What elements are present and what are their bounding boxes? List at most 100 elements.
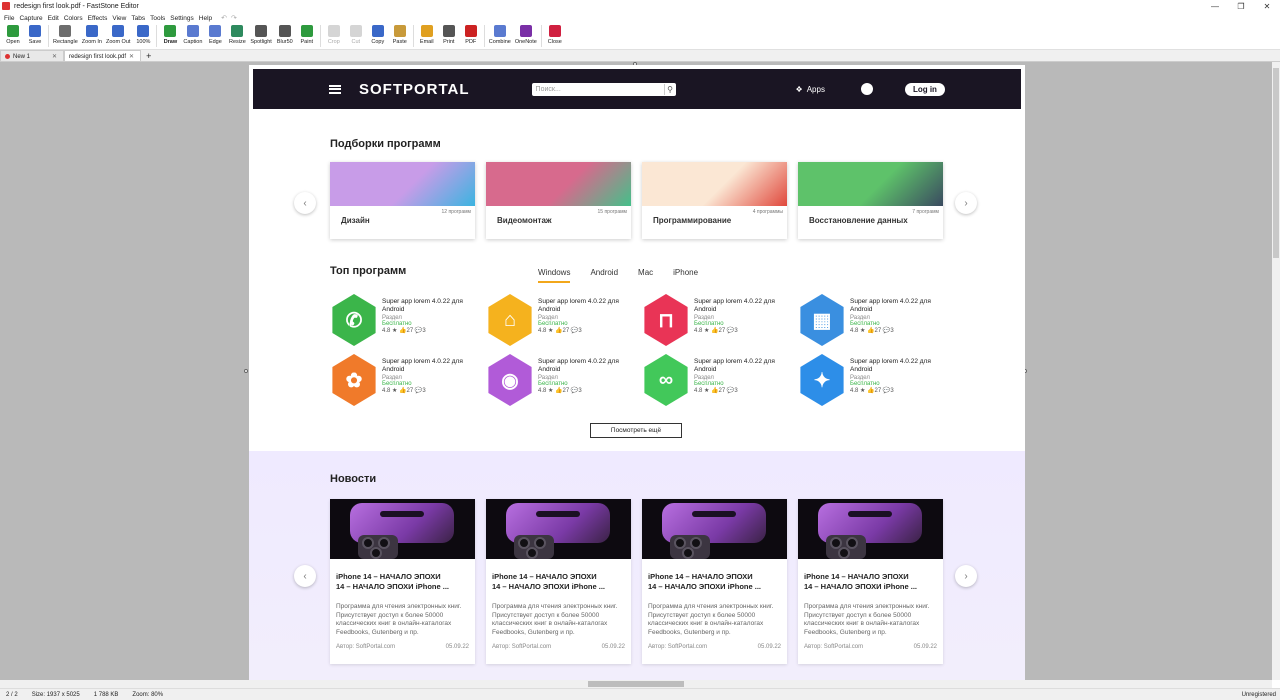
show-more-button[interactable]: Посмотреть ещё bbox=[590, 423, 682, 438]
editor-canvas[interactable]: SOFTPORTAL Поиск... ⚲ ❖ Apps Log in Подб… bbox=[0, 62, 1272, 680]
tab-mac[interactable]: Mac bbox=[638, 268, 653, 283]
app-stats: 4.8 ★ 👍27 💬3 bbox=[538, 328, 582, 334]
prev-arrow-icon[interactable]: ‹ bbox=[294, 192, 316, 214]
cut-button: Cut bbox=[345, 24, 367, 45]
app-item[interactable]: ✿ Super app lorem 4.0.22 для Android Разде… bbox=[330, 354, 480, 406]
menu-view[interactable]: View bbox=[112, 15, 126, 22]
undo-icon[interactable]: ↶ bbox=[221, 14, 227, 22]
menu-effects[interactable]: Effects bbox=[88, 15, 108, 22]
top-programs-title: Топ программ bbox=[330, 265, 407, 277]
news-card[interactable]: iPhone 14 – НАЧАЛО ЭПОХИ 14 – НАЧАЛО ЭПОХ… bbox=[642, 499, 787, 664]
draw-button[interactable]: Draw bbox=[159, 24, 181, 45]
save-button[interactable]: Save bbox=[24, 24, 46, 45]
hamburger-menu-icon[interactable] bbox=[329, 84, 341, 94]
collection-count: 12 программ bbox=[441, 209, 471, 215]
caption-button[interactable]: Caption bbox=[181, 24, 204, 45]
news-prev-arrow-icon[interactable]: ‹ bbox=[294, 565, 316, 587]
menu-tools[interactable]: Tools bbox=[150, 15, 165, 22]
pdf-button[interactable]: PDF bbox=[460, 24, 482, 45]
news-card[interactable]: iPhone 14 – НАЧАЛО ЭПОХИ 14 – НАЧАЛО ЭПОХ… bbox=[330, 499, 475, 664]
minimize-icon[interactable]: — bbox=[1202, 0, 1228, 12]
collection-card[interactable]: 12 программ Дизайн bbox=[330, 162, 475, 239]
camera-lens bbox=[846, 537, 858, 549]
tab-windows[interactable]: Windows bbox=[538, 268, 571, 283]
app-item[interactable]: ✦ Super app lorem 4.0.22 для Android Разде… bbox=[798, 354, 948, 406]
crop-button: Crop bbox=[323, 24, 345, 45]
apps-link[interactable]: ❖ Apps bbox=[796, 85, 825, 94]
horizontal-scrollbar[interactable] bbox=[0, 680, 1272, 688]
blur-icon bbox=[278, 25, 291, 37]
open-button[interactable]: Open bbox=[2, 24, 24, 45]
combine-button[interactable]: Combine bbox=[487, 24, 513, 45]
tab-new-1[interactable]: New 1 ✕ bbox=[0, 50, 64, 61]
menu-tabs[interactable]: Tabs bbox=[131, 15, 145, 22]
news-card[interactable]: iPhone 14 – НАЧАЛО ЭПОХИ 14 – НАЧАЛО ЭПОХ… bbox=[798, 499, 943, 664]
add-tab-button[interactable]: + bbox=[141, 51, 156, 61]
collection-card[interactable]: 15 программ Видеомонтаж bbox=[486, 162, 631, 239]
app-stats: 4.8 ★ 👍27 💬3 bbox=[850, 388, 894, 394]
paint-button[interactable]: Paint bbox=[296, 24, 318, 45]
resize-button[interactable]: Resize bbox=[226, 24, 248, 45]
menu-edit[interactable]: Edit bbox=[48, 15, 59, 22]
clapperboard-icon: ▦ bbox=[800, 294, 844, 346]
login-button[interactable]: Log in bbox=[904, 82, 945, 96]
news-description: Программа для чтения электронных книг. П… bbox=[336, 603, 462, 636]
toolbar-separator bbox=[412, 25, 414, 47]
github-icon[interactable] bbox=[860, 83, 873, 95]
tab-close-icon[interactable]: ✕ bbox=[52, 53, 57, 60]
app-item[interactable]: ◉ Super app lorem 4.0.22 для Android Разде… bbox=[486, 354, 636, 406]
spotlight-button[interactable]: Spotlight bbox=[248, 24, 273, 45]
close-button[interactable]: Close bbox=[544, 24, 566, 45]
maximize-icon[interactable]: ❐ bbox=[1228, 0, 1254, 12]
blur50-button[interactable]: Blur50 bbox=[274, 24, 296, 45]
search-icon[interactable]: ⚲ bbox=[663, 83, 676, 95]
app-item[interactable]: ✆ Super app lorem 4.0.22 для Android Разде… bbox=[330, 294, 480, 346]
toolbar-label: Blur50 bbox=[276, 39, 293, 45]
menu-settings[interactable]: Settings bbox=[170, 15, 194, 22]
menu-capture[interactable]: Capture bbox=[19, 15, 42, 22]
redo-icon[interactable]: ↷ bbox=[231, 14, 237, 22]
app-stats: 4.8 ★ 👍27 💬3 bbox=[382, 388, 426, 394]
rectangle-button[interactable]: Rectangle bbox=[51, 24, 80, 45]
close-doc-icon bbox=[548, 25, 561, 37]
app-icon bbox=[2, 2, 10, 10]
news-card[interactable]: iPhone 14 – НАЧАЛО ЭПОХИ 14 – НАЧАЛО ЭПОХ… bbox=[486, 499, 631, 664]
app-item[interactable]: ⊓ Super app lorem 4.0.22 для Android Разде… bbox=[642, 294, 792, 346]
close-icon[interactable]: ✕ bbox=[1254, 0, 1280, 12]
email-button[interactable]: Email bbox=[416, 24, 438, 45]
menu-help[interactable]: Help bbox=[199, 15, 212, 22]
tab-android[interactable]: Android bbox=[590, 268, 618, 283]
vertical-scrollbar[interactable] bbox=[1272, 62, 1280, 680]
app-item[interactable]: ∞ Super app lorem 4.0.22 для Android Разде… bbox=[642, 354, 792, 406]
zoom-out-button[interactable]: Zoom Out bbox=[104, 24, 132, 45]
app-item[interactable]: ⌂ Super app lorem 4.0.22 для Android Разде… bbox=[486, 294, 636, 346]
site-logo[interactable]: SOFTPORTAL bbox=[359, 81, 470, 98]
app-item[interactable]: ▦ Super app lorem 4.0.22 для Android Разде… bbox=[798, 294, 948, 346]
scroll-thumb[interactable] bbox=[1273, 68, 1279, 258]
collection-card[interactable]: 4 программы Программирование bbox=[642, 162, 787, 239]
copy-button[interactable]: Copy bbox=[367, 24, 389, 45]
onenote-icon bbox=[519, 25, 532, 37]
caption-icon bbox=[186, 25, 199, 37]
search-input[interactable]: Поиск... ⚲ bbox=[531, 82, 676, 96]
resize-handle[interactable] bbox=[244, 369, 248, 373]
edge-button[interactable]: Edge bbox=[204, 24, 226, 45]
print-button[interactable]: Print bbox=[438, 24, 460, 45]
scroll-thumb[interactable] bbox=[588, 681, 684, 687]
toolbar-label: Close bbox=[547, 39, 562, 45]
app-stats: 4.8 ★ 👍27 💬3 bbox=[694, 388, 738, 394]
tab-close-icon[interactable]: ✕ bbox=[129, 53, 134, 60]
menu-file[interactable]: File bbox=[4, 15, 14, 22]
paste-button[interactable]: Paste bbox=[389, 24, 411, 45]
next-arrow-icon[interactable]: › bbox=[955, 192, 977, 214]
zoom-in-button[interactable]: Zoom In bbox=[80, 24, 104, 45]
100--button[interactable]: 100% bbox=[132, 24, 154, 45]
tab-redesign-pdf[interactable]: redesign first look.pdf ✕ bbox=[64, 50, 142, 61]
toolbar-label: Combine bbox=[488, 39, 511, 45]
menu-colors[interactable]: Colors bbox=[64, 15, 83, 22]
news-next-arrow-icon[interactable]: › bbox=[955, 565, 977, 587]
tab-iphone[interactable]: iPhone bbox=[673, 268, 698, 283]
news-title-line: 14 – НАЧАЛО ЭПОХИ iPhone ... bbox=[804, 582, 917, 591]
collection-card[interactable]: 7 программ Восстановление данных bbox=[798, 162, 943, 239]
onenote-button[interactable]: OneNote bbox=[513, 24, 539, 45]
